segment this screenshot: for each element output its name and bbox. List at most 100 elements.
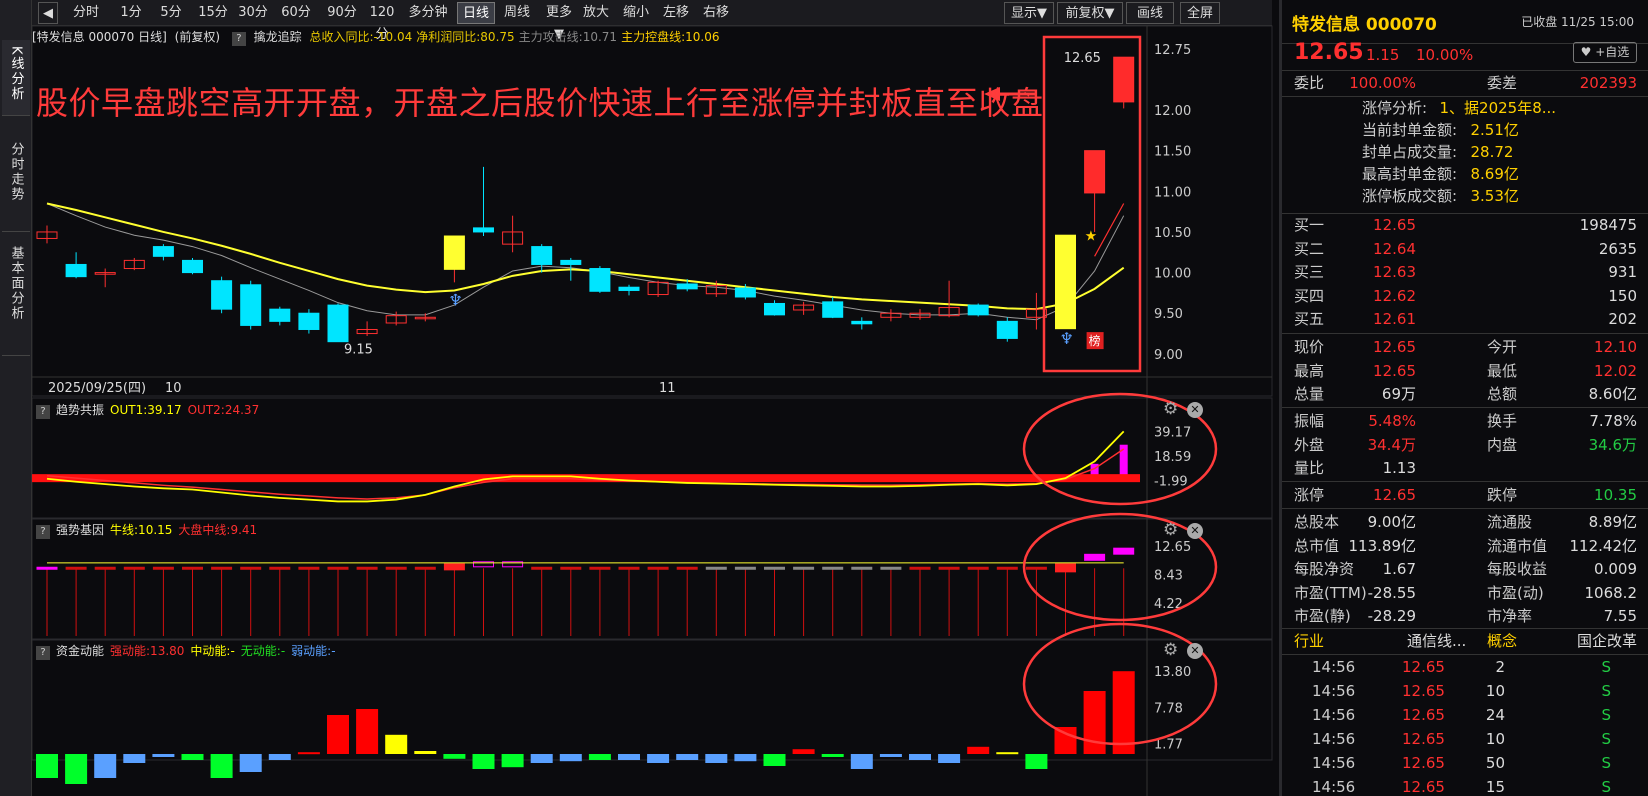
bid-label: 买五 xyxy=(1294,310,1325,328)
momentum-bar xyxy=(181,754,204,760)
bid-row[interactable]: 买三 12.63 931 xyxy=(1282,261,1648,284)
momentum-bar xyxy=(356,709,379,754)
stat-value: -28.55 xyxy=(1367,583,1416,602)
limit-info-row: 最高封单金额: 8.69亿 xyxy=(1282,163,1648,186)
momentum-bar xyxy=(297,752,320,755)
y-tick-label: 18.59 xyxy=(1154,450,1191,465)
bid-label: 买四 xyxy=(1294,286,1325,305)
market-status: 已收盘 11/25 15:00 xyxy=(1521,15,1634,29)
tick-side: S xyxy=(1601,706,1611,724)
stat-value: 34.6万 xyxy=(1588,435,1637,454)
candle xyxy=(996,320,1018,339)
gene-bar xyxy=(676,566,698,570)
settings-gear-icon[interactable]: ⚙ xyxy=(1163,520,1178,540)
gene-bar xyxy=(1055,563,1076,573)
candle xyxy=(1084,150,1106,194)
limit-row: 涨停 12.65 跌停 10.35 xyxy=(1282,484,1648,507)
stat-label: 现价 xyxy=(1294,338,1325,356)
candle xyxy=(327,304,349,343)
bid-row[interactable]: 买五 12.61 202 xyxy=(1282,308,1648,331)
industry-value: 通信线... xyxy=(1407,632,1467,650)
rocket-icon: ♆ xyxy=(1060,329,1074,348)
indicator-title: 趋势共振 xyxy=(56,403,105,417)
bid-volume: 931 xyxy=(1608,263,1637,281)
y-tick-label: 10.00 xyxy=(1154,267,1191,282)
settings-gear-icon[interactable]: ⚙ xyxy=(1163,640,1178,660)
bid-row[interactable]: 买二 12.64 2635 xyxy=(1282,238,1648,261)
momentum-bar xyxy=(647,754,670,763)
limit-up-value: 12.65 xyxy=(1373,486,1416,504)
tick-volume: 24 xyxy=(1485,706,1505,724)
bid-row[interactable]: 买一 12.65 198475 xyxy=(1282,214,1648,237)
candle xyxy=(1113,56,1135,103)
price-row: 12.65 1.15 10.00% ♥ +自选 xyxy=(1282,40,1648,70)
candle xyxy=(822,301,844,318)
bid-label: 买二 xyxy=(1294,239,1325,258)
close-icon[interactable]: ✕ xyxy=(1187,402,1203,418)
tick-time: 14:56 xyxy=(1312,754,1356,772)
tick-time: 14:56 xyxy=(1312,778,1356,796)
add-watchlist-button[interactable]: ♥ +自选 xyxy=(1573,42,1637,63)
tick-volume: 10 xyxy=(1485,730,1505,748)
tick-side: S xyxy=(1601,658,1611,676)
candle xyxy=(152,246,174,257)
help-icon[interactable]: ? xyxy=(36,646,50,660)
gene-bar xyxy=(298,566,320,570)
momentum-bar xyxy=(65,754,88,784)
tick-row: 14:56 12.65 50 S xyxy=(1282,752,1648,775)
gene-bar xyxy=(1113,547,1135,555)
tab-fundamentals[interactable]: 基本面分析 xyxy=(2,240,30,356)
bid-volume: 198475 xyxy=(1579,216,1637,234)
help-icon[interactable]: ? xyxy=(36,525,50,539)
tick-price: 12.65 xyxy=(1402,706,1445,724)
limit-info-value: 1、据2025年8... xyxy=(1439,99,1557,117)
stat-label: 每股收益 xyxy=(1487,560,1548,578)
y-tick-label: 13.80 xyxy=(1154,665,1191,680)
stat-value: -28.29 xyxy=(1367,607,1416,625)
limit-info-row: 封单占成交量: 28.72 xyxy=(1282,141,1648,164)
price-change-pct: 10.00% xyxy=(1416,46,1474,64)
momentum-bar xyxy=(879,754,902,757)
limit-info-value: 28.72 xyxy=(1470,143,1514,161)
indicator-value: 牛线:10.15 xyxy=(110,523,173,537)
stat-label: 外盘 xyxy=(1294,435,1325,454)
gene-bar xyxy=(822,566,844,570)
board-badge-label: 榜 xyxy=(1089,333,1101,348)
y-tick-label: 12.00 xyxy=(1154,104,1191,119)
high-price-label: 12.65 xyxy=(1064,51,1101,66)
y-tick-label: 12.75 xyxy=(1154,43,1191,58)
annotation-text: 股价早盘跳空高开开盘，开盘之后股价快速上行至涨停并封板直至收盘 xyxy=(36,84,1044,122)
momentum-bar xyxy=(385,734,408,754)
stat-row: 总量 69万 总额 8.60亿 xyxy=(1282,383,1648,406)
candle xyxy=(676,283,698,290)
y-tick-label: 11.50 xyxy=(1154,145,1191,160)
stat-value: 69万 xyxy=(1381,385,1416,403)
momentum-bar xyxy=(734,754,757,762)
indicator-value: 无动能:- xyxy=(240,644,286,658)
tick-price: 12.65 xyxy=(1402,682,1445,700)
weicha-label: 委差 xyxy=(1487,74,1518,92)
settings-gear-icon[interactable]: ⚙ xyxy=(1163,399,1178,419)
y-tick-label: 39.17 xyxy=(1154,425,1191,440)
candle xyxy=(560,259,582,265)
stat-label: 总市值 xyxy=(1294,536,1340,555)
close-icon[interactable]: ✕ xyxy=(1187,643,1203,659)
tab-kline-analysis[interactable]: K线分析 xyxy=(2,40,30,116)
help-icon[interactable]: ? xyxy=(36,405,50,419)
candle xyxy=(851,320,873,325)
stat-label: 总股本 xyxy=(1294,513,1340,531)
tick-price: 12.65 xyxy=(1402,754,1445,772)
stat-label: 总量 xyxy=(1294,385,1325,403)
price-change: 1.15 xyxy=(1366,46,1400,64)
ma-line-red xyxy=(1094,203,1125,257)
momentum-bar xyxy=(1112,671,1135,754)
industry-row[interactable]: 行业 通信线... 概念 国企改革 xyxy=(1282,630,1648,653)
bid-row[interactable]: 买四 12.62 150 xyxy=(1282,285,1648,308)
candle xyxy=(65,263,87,278)
close-icon[interactable]: ✕ xyxy=(1187,523,1203,539)
stat-value: 12.65 xyxy=(1373,338,1416,356)
divider xyxy=(1282,481,1648,482)
tick-volume: 2 xyxy=(1495,658,1505,676)
tab-intraday[interactable]: 分时走势 xyxy=(2,136,30,232)
tick-volume: 10 xyxy=(1485,682,1505,700)
